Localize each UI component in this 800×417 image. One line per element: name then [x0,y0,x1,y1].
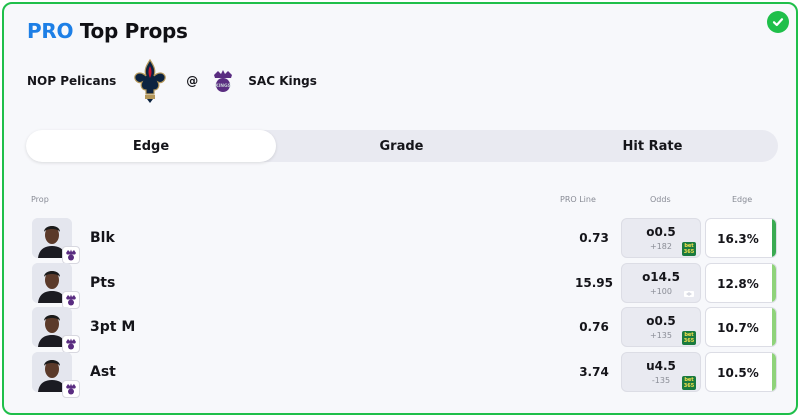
column-header-prop: Prop [31,195,49,204]
odds-line: o0.5 [646,314,676,328]
table-row[interactable]: Pts 15.95 o14.5 +100 12.8% [28,263,780,309]
table-row[interactable]: 3pt M 0.76 o0.5 +135 bet 365 10.7% [28,307,780,353]
bookmaker-icon [682,287,696,301]
tab-grade[interactable]: Grade [276,130,527,162]
edge-value: 10.5% [717,366,759,380]
team-badge-icon [62,335,80,353]
prop-name: Blk [90,230,115,246]
odds-box[interactable]: o14.5 +100 [621,263,701,303]
odds-line: o14.5 [642,270,680,284]
odds-line: o0.5 [646,225,676,239]
table-row[interactable]: Blk 0.73 o0.5 +182 bet 365 16.3% [28,218,780,264]
kings-logo-icon: KINGS [214,70,233,92]
top-props-card: PRO Top Props NOP Pelicans @ KINGS SAC K… [2,2,798,415]
bet365-icon: bet 365 [682,331,696,345]
edge-box: 16.3% [705,218,777,258]
edge-indicator [772,219,776,257]
edge-indicator [772,264,776,302]
tab-edge[interactable]: Edge [26,130,276,162]
edge-indicator [772,353,776,391]
column-header-edge: Edge [732,195,753,204]
edge-box: 10.5% [705,352,777,392]
pelicans-logo-icon [134,58,167,103]
edge-box: 12.8% [705,263,777,303]
title-pro: PRO [27,19,74,43]
column-header-pro-line: PRO Line [560,195,596,204]
odds-box[interactable]: o0.5 +182 bet 365 [621,218,701,258]
prop-name: Pts [90,275,116,291]
bet365-line2: 365 [683,383,695,389]
team-badge-icon [62,380,80,398]
edge-value: 10.7% [717,321,759,335]
table-row[interactable]: Ast 3.74 u4.5 -135 bet 365 10.5% [28,352,780,398]
home-team-name: SAC Kings [248,74,317,88]
title-text: Top Props [79,19,188,43]
bet365-icon: bet 365 [682,242,696,256]
column-header-odds: Odds [650,195,671,204]
edge-indicator [772,308,776,346]
page-title: PRO Top Props [27,19,188,43]
odds-box[interactable]: o0.5 +135 bet 365 [621,307,701,347]
sort-tabs: Edge Grade Hit Rate [26,130,778,162]
edge-value: 12.8% [717,277,759,291]
tab-hit-rate[interactable]: Hit Rate [527,130,778,162]
away-team-name: NOP Pelicans [27,74,117,88]
odds-box[interactable]: u4.5 -135 bet 365 [621,352,701,392]
team-badge-icon [62,246,80,264]
edge-box: 10.7% [705,307,777,347]
prop-name: Ast [90,364,116,380]
matchup: NOP Pelicans @ KINGS SAC Kings [27,56,317,106]
odds-line: u4.5 [646,359,676,373]
bet365-line2: 365 [683,338,695,344]
matchup-separator: @ [186,74,199,88]
check-icon [767,11,789,33]
kings-logo-text: KINGS [215,83,231,89]
bet365-icon: bet 365 [682,376,696,390]
edge-value: 16.3% [717,232,759,246]
prop-name: 3pt M [90,319,136,335]
bet365-line2: 365 [683,249,695,255]
